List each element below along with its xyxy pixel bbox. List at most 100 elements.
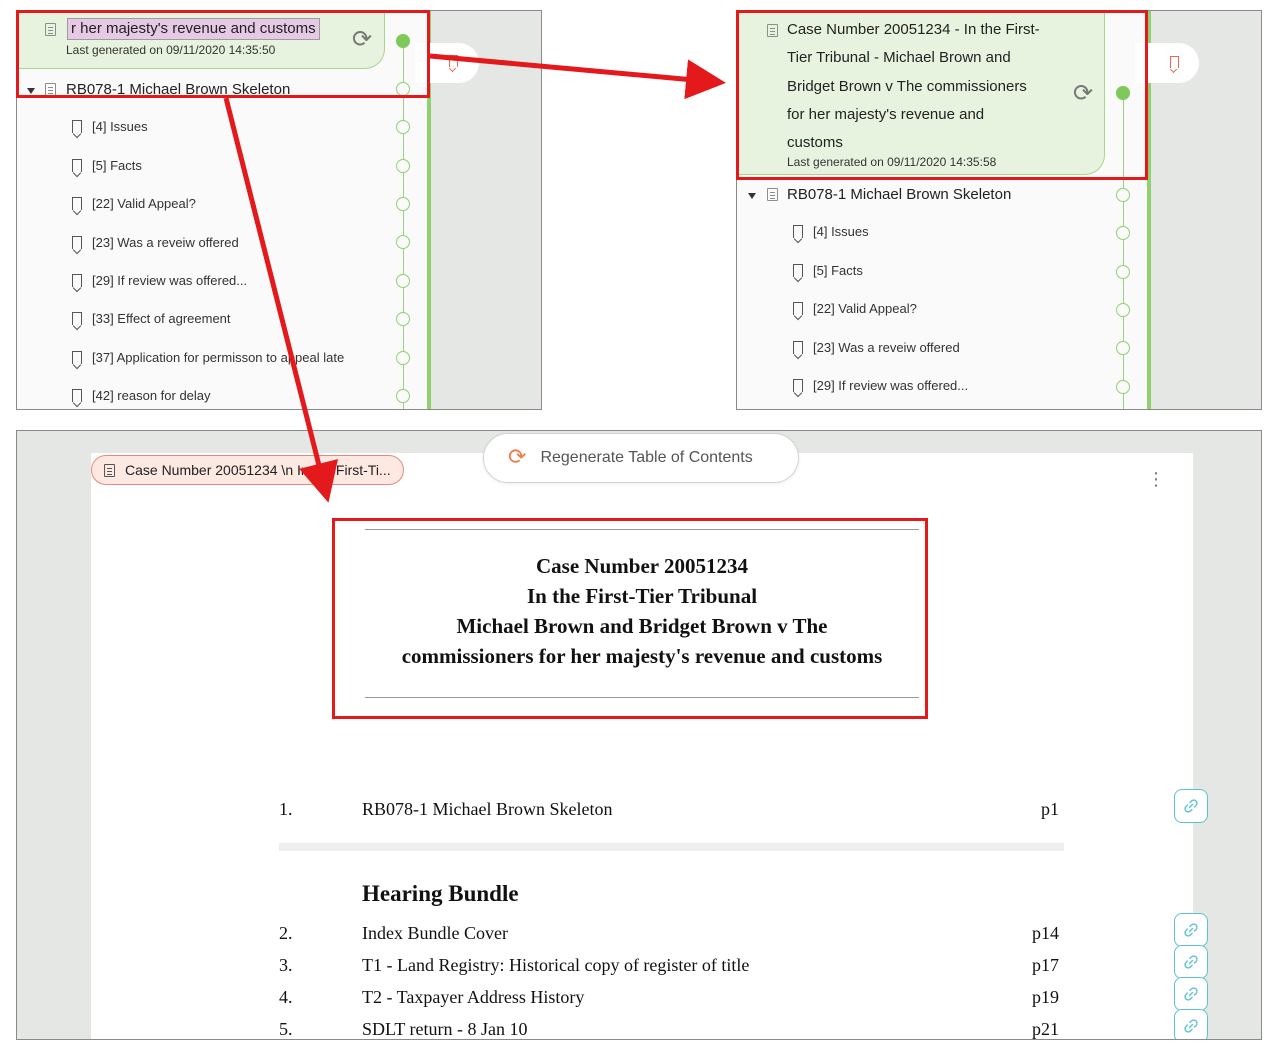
timeline-node (396, 389, 410, 403)
link-button[interactable] (1174, 913, 1208, 947)
bookmark-icon (72, 159, 82, 172)
bookmark-icon (72, 120, 82, 133)
toc-entry-number: 1. (279, 799, 293, 819)
timeline-node (396, 159, 410, 173)
toc-bookmark-item[interactable]: [29] If review was offered... (72, 272, 247, 292)
toc-entry-page: p14 (1032, 923, 1059, 943)
more-options-icon[interactable]: ⋮ (1147, 470, 1165, 495)
toc-bookmark-item[interactable]: [37] Application for permisson to appeal… (72, 349, 344, 369)
toc-entry-title: RB078-1 Michael Brown Skeleton (362, 799, 613, 819)
link-button[interactable] (1174, 945, 1208, 979)
bookmark-icon (72, 274, 82, 287)
link-icon (1184, 799, 1198, 813)
bookmark-icon (793, 302, 803, 315)
toc-entry-page: p19 (1032, 987, 1059, 1007)
toc-entry-page: p17 (1032, 955, 1059, 975)
link-button[interactable] (1174, 1009, 1208, 1039)
toc-entry[interactable]: 3. T1 - Land Registry: Historical copy o… (279, 953, 1059, 977)
toc-entry-number: 4. (279, 987, 293, 1007)
bookmark-icon (72, 236, 82, 249)
breadcrumb-label: Case Number 20051234 \n In the First-Ti.… (125, 462, 391, 478)
link-button[interactable] (1174, 789, 1208, 823)
link-icon (1184, 1019, 1198, 1033)
toc-item-label: [5] Facts (92, 158, 142, 173)
toc-bookmark-item[interactable]: [22] Valid Appeal? (72, 195, 196, 215)
link-icon (1184, 923, 1198, 937)
toc-item-label: [5] Facts (813, 263, 863, 278)
toc-entry[interactable]: 5. SDLT return - 8 Jan 10 p21 (279, 1017, 1059, 1039)
toc-bookmark-item[interactable]: [22] Valid Appeal? (793, 300, 917, 320)
document-icon (104, 464, 115, 477)
bookmark-icon (793, 379, 803, 392)
toc-entry-title: SDLT return - 8 Jan 10 (362, 1019, 528, 1039)
toc-entry-number: 2. (279, 923, 293, 943)
timeline-node (396, 351, 410, 365)
toc-item-label: [29] If review was offered... (813, 378, 969, 393)
toc-item-label: [4] Issues (92, 119, 148, 134)
section-separator (279, 843, 1064, 851)
timeline-node (396, 197, 410, 211)
toc-item-label: [22] Valid Appeal? (813, 301, 917, 316)
bookmark-icon (793, 341, 803, 354)
bookmark-icon (72, 312, 82, 325)
timeline-node (396, 120, 410, 134)
regenerate-toc-button[interactable]: ⟳ Regenerate Table of Contents (483, 433, 799, 483)
toc-entry-number: 5. (279, 1019, 293, 1039)
toc-bookmark-item[interactable]: [5] Facts (72, 157, 142, 177)
toc-bookmark-item[interactable]: [4] Issues (793, 223, 869, 243)
toc-item-label: [22] Valid Appeal? (92, 196, 196, 211)
toc-entry[interactable]: 1. RB078-1 Michael Brown Skeleton p1 (279, 797, 1059, 821)
highlight-box-doc-title (332, 518, 928, 719)
toc-item-label: [33] Effect of agreement (92, 311, 231, 326)
toc-entry-page: p21 (1032, 1019, 1059, 1039)
bookmark-icon (72, 351, 82, 364)
toc-item-label: [4] Issues (813, 224, 869, 239)
bookmark-icon (449, 55, 458, 67)
toc-skeleton-item[interactable]: RB078-1 Michael Brown Skeleton (787, 186, 1011, 203)
bookmark-icon (1170, 56, 1179, 68)
regenerate-toc-label: Regenerate Table of Contents (540, 449, 753, 466)
section-heading: Hearing Bundle (362, 881, 519, 906)
toc-entry-number: 3. (279, 955, 293, 975)
toc-bookmark-item[interactable]: [23] Was a reveiw offered (793, 339, 960, 359)
toc-bookmark-item[interactable]: [23] Was a reveiw offered (72, 234, 239, 254)
toc-bookmark-item[interactable]: [29] If review was offered... (793, 377, 968, 397)
bookmark-icon (793, 225, 803, 238)
toc-item-label: [42] reason for delay (92, 388, 211, 403)
toc-entry[interactable]: 2. Index Bundle Cover p14 (279, 921, 1059, 945)
timeline-node (1116, 265, 1130, 279)
timeline-node (396, 235, 410, 249)
timeline-node (1116, 380, 1130, 394)
toc-item-label: [37] Application for permisson to appeal… (92, 350, 345, 365)
timeline-node (1116, 303, 1130, 317)
link-button[interactable] (1174, 977, 1208, 1011)
refresh-icon: ⟳ (508, 445, 527, 470)
bookmark-icon (72, 389, 82, 402)
bookmark-icon (793, 264, 803, 277)
bookmark-icon (72, 197, 82, 210)
toc-entry-title: T2 - Taxpayer Address History (362, 987, 585, 1007)
toc-entry-title: T1 - Land Registry: Historical copy of r… (362, 955, 750, 975)
toc-bookmark-item[interactable]: [42] reason for delay (72, 387, 211, 407)
toc-entry[interactable]: 4. T2 - Taxpayer Address History p19 (279, 985, 1059, 1009)
timeline-node (1116, 226, 1130, 240)
toc-entry-page: p1 (1041, 799, 1059, 819)
timeline-node (396, 274, 410, 288)
toc-breadcrumb-chip[interactable]: Case Number 20051234 \n In the First-Ti.… (91, 455, 404, 485)
toc-bookmark-item[interactable]: [4] Issues (72, 118, 148, 138)
timeline-node (1116, 341, 1130, 355)
toc-bookmark-item[interactable]: [33] Effect of agreement (72, 310, 231, 330)
toc-item-label: [23] Was a reveiw offered (813, 340, 960, 355)
document-icon (767, 188, 778, 201)
toc-item-label: [23] Was a reveiw offered (92, 235, 239, 250)
timeline-node (1116, 188, 1130, 202)
toc-item-label: [29] If review was offered... (92, 273, 248, 288)
toc-bookmark-item[interactable]: [5] Facts (793, 262, 863, 282)
link-icon (1184, 987, 1198, 1001)
highlight-box-title-after (736, 10, 1148, 180)
timeline-node (396, 312, 410, 326)
highlight-box-title-before (16, 10, 430, 98)
link-icon (1184, 955, 1198, 969)
collapse-caret-icon[interactable] (748, 193, 756, 199)
toc-entry-title: Index Bundle Cover (362, 923, 508, 943)
